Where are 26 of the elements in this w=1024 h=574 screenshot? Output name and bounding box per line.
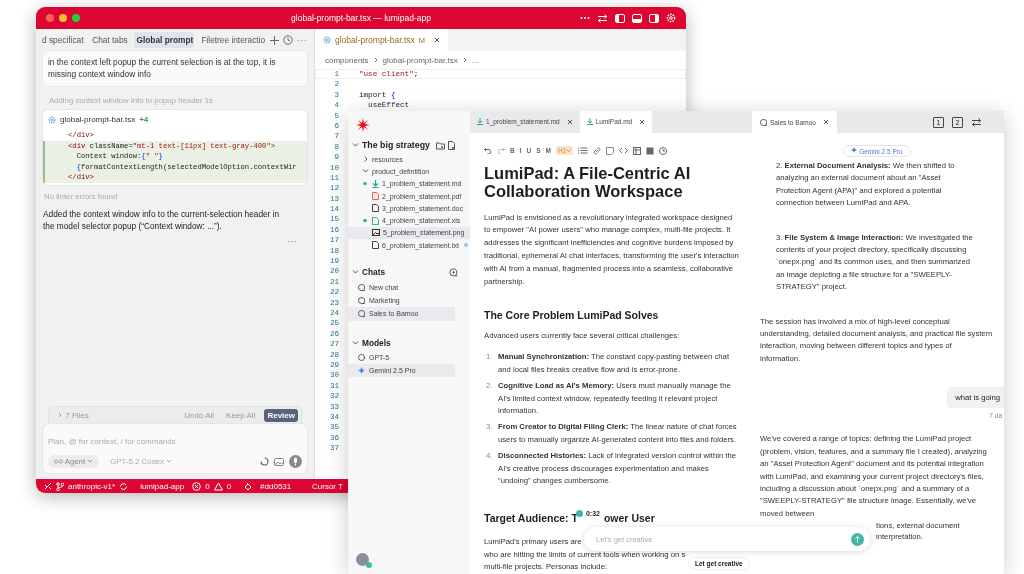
prompt-input[interactable]: Plan, @ for context, / for commands [48, 435, 302, 448]
warning-count[interactable]: 0 [226, 481, 232, 491]
user-message: in the context left popup the current selection is at the top, it is missing context window info [43, 51, 307, 86]
chat-tab[interactable]: Global prompt [133, 32, 195, 48]
breadcrumb-item[interactable]: ... [471, 55, 479, 65]
window-title: global-prompt-bar.tsx — lumipad-app [291, 13, 431, 23]
error-count[interactable]: 0 [205, 481, 210, 491]
status-text[interactable]: Cursor T [312, 481, 343, 491]
theme-color-label[interactable]: #dd0531 [260, 481, 292, 491]
branch-name[interactable]: anthropic-v1* [68, 481, 116, 491]
chat-tab[interactable]: Chat tabs [89, 32, 130, 48]
file-name: global-prompt-bar.tsx [60, 115, 136, 124]
section-header[interactable]: Chats [362, 267, 386, 278]
workspace-title[interactable]: The big strategy [362, 140, 430, 150]
chat-tab[interactable]: d specificat [39, 32, 86, 48]
chat-tab[interactable]: Filetree interactio [198, 32, 266, 48]
files-action-button[interactable]: Review [264, 409, 298, 422]
breadcrumb-item[interactable]: global-prompt-bar.tsx [382, 55, 458, 65]
document-title: LumiPad: A File-Centric AI Collaboration Workspace [484, 163, 692, 201]
assistant-reply: Added the context window info to the current-selection header in the model selector popup (“Context window: ...”). [43, 207, 281, 232]
section-header[interactable]: Models [362, 337, 391, 348]
section-heading: The Core Problem LumiPad Solves [484, 309, 660, 322]
breadcrumb-item[interactable]: components [325, 55, 369, 65]
added-count: +4 [139, 115, 149, 124]
project-name[interactable]: lumipad-app [140, 481, 185, 491]
section-heading: ower User [603, 512, 655, 525]
